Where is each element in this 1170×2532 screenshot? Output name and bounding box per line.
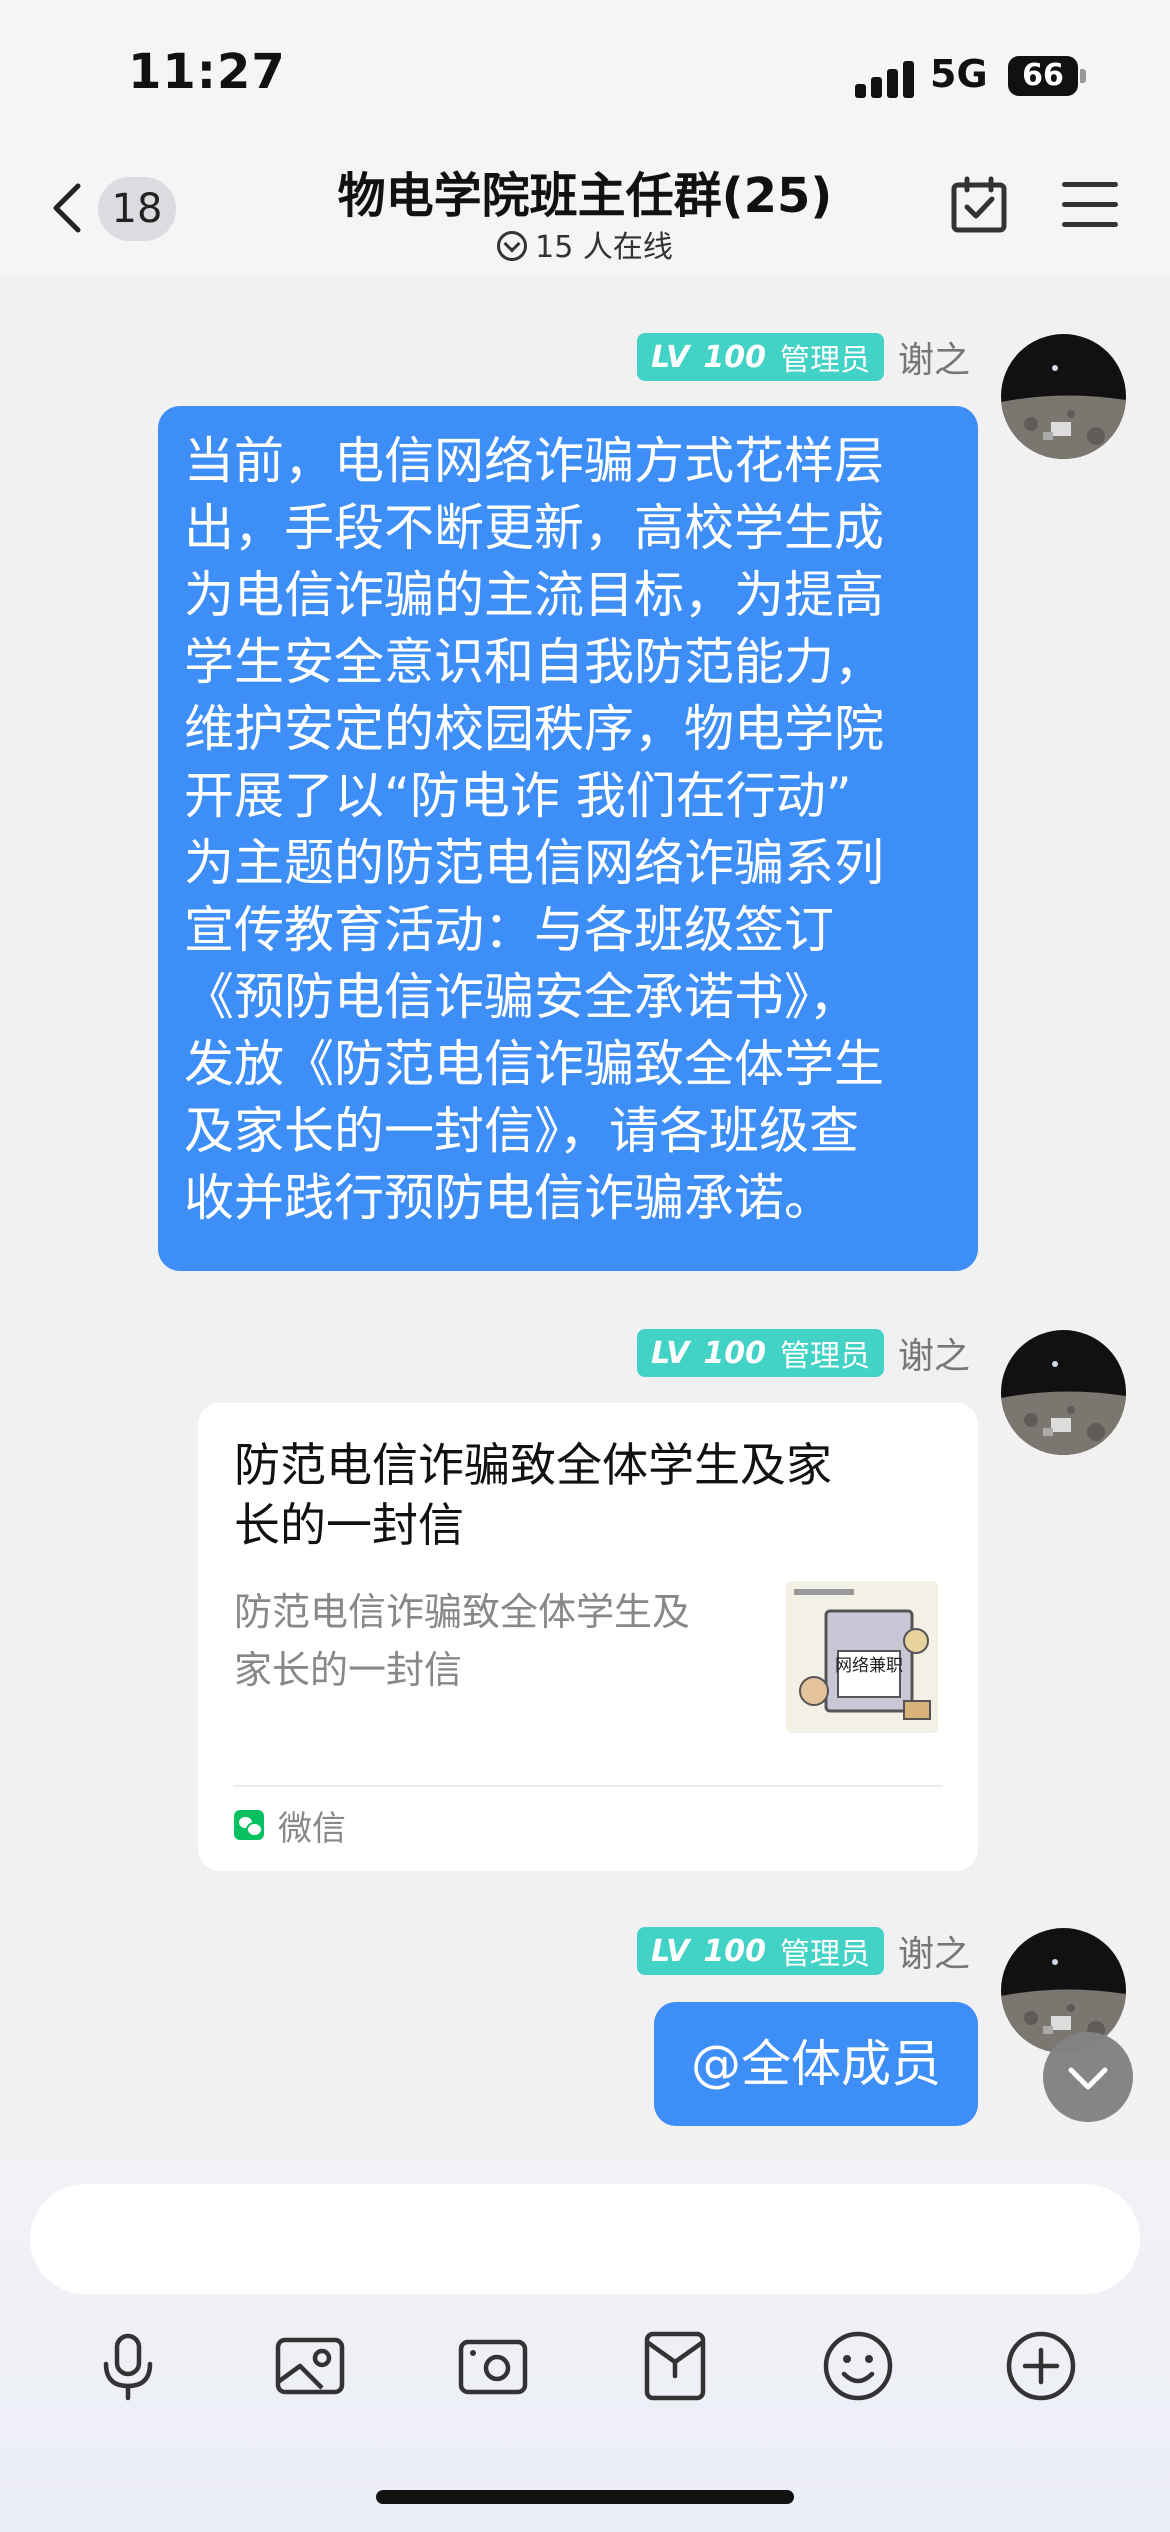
- message-line: 为主题的防范电信网络诈骗系列: [184, 834, 884, 892]
- image-icon[interactable]: [272, 2328, 348, 2404]
- input-area: [0, 2158, 1170, 2532]
- message-line: 宣传教育活动：与各班级签订: [184, 901, 834, 959]
- chat-header: 18 物电学院班主任群(25) 15 人在线: [0, 140, 1170, 275]
- camera-icon[interactable]: [455, 2328, 531, 2404]
- level-badge: LV 100 管理员: [637, 333, 884, 381]
- message-meta: LV 100 管理员 谢之: [637, 1328, 970, 1378]
- source-label: 微信: [278, 1808, 346, 1849]
- wechat-icon: [234, 1810, 264, 1840]
- chevron-down-circle-icon: [497, 231, 528, 261]
- message-line: 及家长的一封信》，请各班级查: [184, 1102, 859, 1160]
- menu-icon[interactable]: [1062, 180, 1118, 230]
- status-time: 11:27: [128, 44, 286, 100]
- message-line: 当前，电信网络诈骗方式花样层: [184, 432, 884, 490]
- message-bubble[interactable]: 当前，电信网络诈骗方式花样层 出，手段不断更新，高校学生成 为电信诈骗的主流目标…: [158, 406, 978, 1271]
- level-badge: LV 100 管理员: [637, 1927, 884, 1975]
- home-indicator: [376, 2490, 794, 2504]
- avatar[interactable]: [1001, 1928, 1126, 2053]
- sender-name[interactable]: 谢之: [898, 1327, 970, 1379]
- message-meta: LV 100 管理员 谢之: [637, 332, 970, 382]
- battery-icon: 66: [1008, 56, 1086, 96]
- status-bar: 11:27 5G 66: [0, 0, 1170, 140]
- message-line: 维护安定的校园秩序，物电学院: [184, 700, 884, 758]
- message-line: 收并践行预防电信诈骗承诺。: [184, 1169, 834, 1227]
- message-line: 学生安全意识和自我防范能力，: [184, 633, 884, 691]
- message-line: 发放《防范电信诈骗致全体学生: [184, 1035, 884, 1093]
- article-card[interactable]: 防范电信诈骗致全体学生及家 长的一封信 防范电信诈骗致全体学生及 家长的一封信 …: [198, 1403, 978, 1871]
- message-input[interactable]: [30, 2184, 1140, 2294]
- level-badge: LV 100 管理员: [637, 1329, 884, 1377]
- message-line: 《预防电信诈骗安全承诺书》，: [184, 968, 859, 1026]
- sender-name[interactable]: 谢之: [898, 331, 970, 383]
- file-icon[interactable]: [637, 2328, 713, 2404]
- message-line: 为电信诈骗的主流目标，为提高: [184, 566, 884, 624]
- sender-name[interactable]: 谢之: [898, 1925, 970, 1977]
- calendar-check-icon[interactable]: [950, 176, 1008, 234]
- scroll-down-icon[interactable]: [1043, 2032, 1133, 2122]
- card-divider: [234, 1785, 942, 1787]
- chat-screen: 11:27 5G 66 18 物电学院班主任群(25) 15 人在线 LV 10…: [0, 0, 1170, 2532]
- network-type: 5G: [930, 52, 988, 96]
- message-meta: LV 100 管理员 谢之: [637, 1926, 970, 1976]
- message-bubble[interactable]: @全体成员: [654, 2002, 978, 2126]
- emoji-icon[interactable]: [820, 2328, 896, 2404]
- svg-text:网络兼职: 网络兼职: [835, 1656, 903, 1676]
- online-count: 15 人在线: [535, 230, 673, 265]
- plus-icon[interactable]: [1003, 2328, 1079, 2404]
- avatar[interactable]: [1001, 334, 1126, 459]
- message-line: 开展了以“防电诈 我们在行动”: [184, 767, 852, 825]
- battery-level: 66: [1008, 56, 1078, 96]
- article-description: 防范电信诈骗致全体学生及 家长的一封信: [234, 1590, 691, 1692]
- message-line: 出，手段不断更新，高校学生成: [184, 499, 884, 557]
- article-source: 微信: [234, 1800, 346, 1850]
- avatar[interactable]: [1001, 1330, 1126, 1455]
- article-title: 防范电信诈骗致全体学生及家 长的一封信: [234, 1438, 832, 1552]
- microphone-icon[interactable]: [90, 2328, 166, 2404]
- signal-icon: [855, 58, 915, 98]
- article-thumbnail: 网络兼职: [786, 1581, 938, 1733]
